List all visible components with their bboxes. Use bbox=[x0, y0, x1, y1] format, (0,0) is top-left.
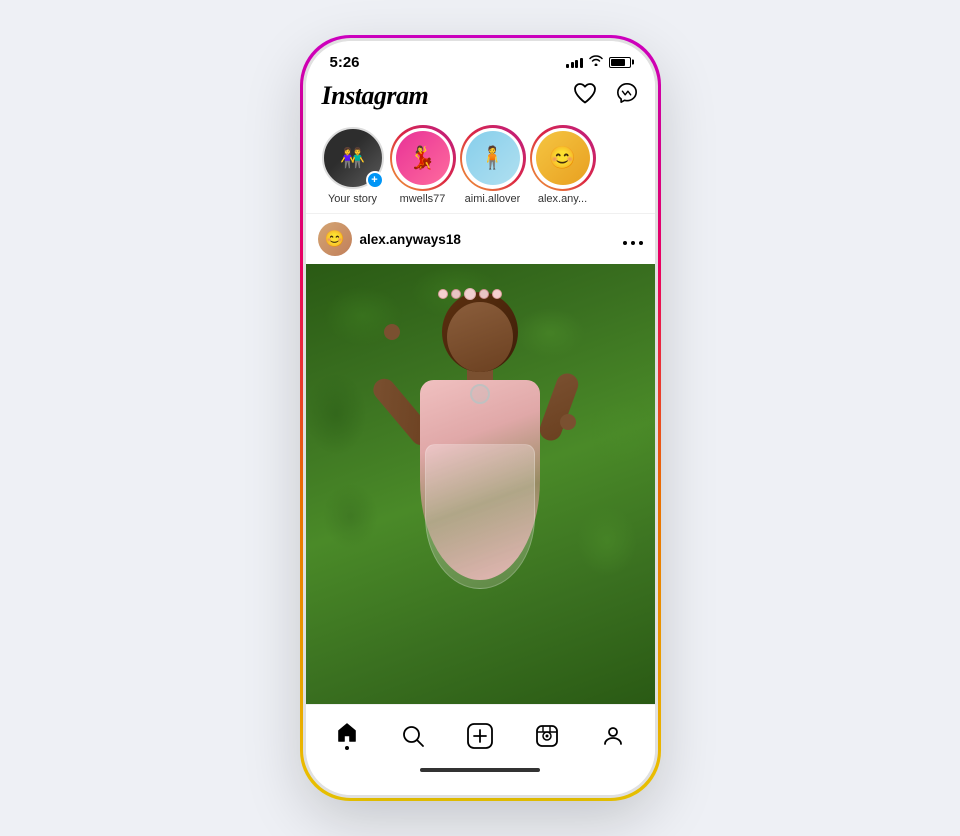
status-time: 5:26 bbox=[330, 54, 360, 71]
home-icon bbox=[335, 722, 359, 744]
battery-icon bbox=[609, 57, 631, 68]
post-user-avatar[interactable]: 😊 bbox=[318, 222, 352, 256]
your-story-avatar-wrapper: 👫 + bbox=[322, 127, 384, 189]
instagram-logo: Instagram bbox=[322, 81, 429, 111]
wifi-icon bbox=[589, 55, 603, 69]
story-item-aimi-allover[interactable]: 🧍 aimi.allover bbox=[458, 127, 528, 205]
post-image bbox=[306, 264, 655, 704]
home-bar bbox=[420, 768, 540, 772]
story-item-your-story[interactable]: 👫 + Your story bbox=[318, 127, 388, 205]
messenger-icon[interactable] bbox=[615, 82, 639, 111]
nav-home[interactable] bbox=[325, 718, 369, 754]
alex-label: alex.any... bbox=[538, 193, 587, 205]
mwells77-label: mwells77 bbox=[400, 193, 446, 205]
story-item-mwells77[interactable]: 💃 mwells77 bbox=[388, 127, 458, 205]
stories-row: 👫 + Your story 💃 bbox=[306, 121, 655, 214]
story-item-alex-anyways[interactable]: 😊 alex.any... bbox=[528, 127, 598, 205]
aimi-label: aimi.allover bbox=[465, 193, 521, 205]
status-bar: 5:26 bbox=[306, 41, 655, 77]
signal-icon bbox=[566, 56, 583, 68]
reels-icon bbox=[535, 724, 559, 748]
profile-icon bbox=[601, 724, 625, 748]
post-options-button[interactable] bbox=[623, 229, 643, 250]
nav-add[interactable] bbox=[457, 719, 503, 753]
phone-screen: 5:26 bbox=[306, 41, 655, 795]
nav-search[interactable] bbox=[391, 720, 435, 752]
heart-icon[interactable] bbox=[573, 82, 597, 111]
post-person-figure bbox=[380, 284, 580, 704]
mwells77-avatar-wrapper: 💃 bbox=[392, 127, 454, 189]
add-story-button[interactable]: + bbox=[366, 171, 384, 189]
aimi-avatar-wrapper: 🧍 bbox=[462, 127, 524, 189]
bottom-nav bbox=[306, 704, 655, 760]
your-story-label: Your story bbox=[328, 193, 377, 205]
add-icon bbox=[467, 723, 493, 749]
header-icons bbox=[573, 82, 639, 111]
home-indicator bbox=[306, 760, 655, 780]
phone-frame: 5:26 bbox=[303, 38, 658, 798]
phone-mockup: 5:26 bbox=[303, 38, 658, 798]
post-header: 😊 alex.anyways18 bbox=[306, 214, 655, 264]
nav-active-dot bbox=[345, 746, 349, 750]
alex-avatar-wrapper: 😊 bbox=[532, 127, 594, 189]
post-username[interactable]: alex.anyways18 bbox=[360, 232, 461, 247]
nav-profile[interactable] bbox=[591, 720, 635, 752]
nav-reels[interactable] bbox=[525, 720, 569, 752]
instagram-header: Instagram bbox=[306, 77, 655, 121]
status-icons bbox=[566, 55, 631, 69]
post-user-info: 😊 alex.anyways18 bbox=[318, 222, 461, 256]
search-icon bbox=[401, 724, 425, 748]
